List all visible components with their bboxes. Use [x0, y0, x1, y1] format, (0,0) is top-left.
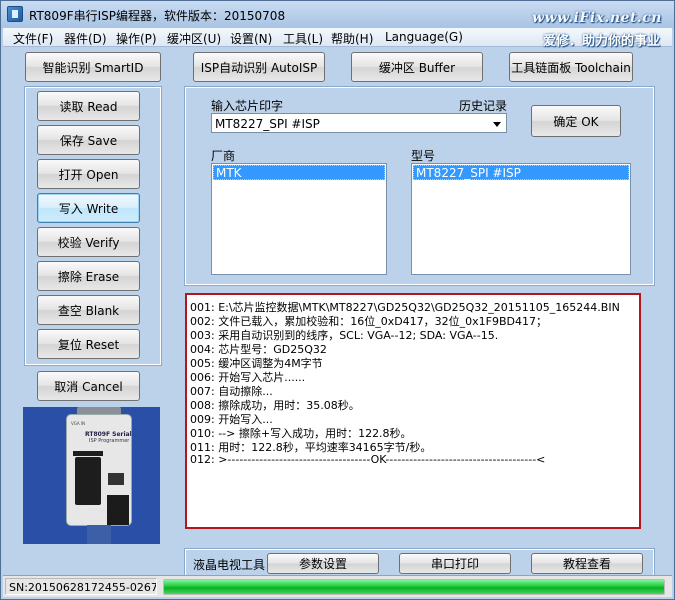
menu-settings[interactable]: 设置(N)	[230, 30, 272, 47]
lcd-tv-tools-label: 液晶电视工具	[193, 558, 266, 572]
model-list-item-selected[interactable]: MT8227_SPI #ISP	[413, 165, 629, 180]
cancel-button[interactable]: 取消 Cancel	[37, 371, 140, 401]
vendor-list-item-selected[interactable]: MTK	[213, 165, 385, 180]
main-window: RT809F串行ISP编程器，软件版本：20150708 www.iFix.ne…	[0, 0, 675, 600]
chip-input-combo[interactable]: MT8227_SPI #ISP	[211, 113, 507, 133]
programmer-photo: VGA IN RT809F Serial ISP Programmer VGA …	[23, 407, 160, 544]
adapter-board	[107, 495, 129, 525]
app-icon	[7, 6, 23, 22]
model-list[interactable]: MT8227_SPI #ISP	[411, 163, 631, 275]
toolchain-button[interactable]: 工具链面板 Toolchain	[509, 52, 633, 82]
serial-number: SN:20150628172455-0267	[5, 578, 157, 595]
menu-file[interactable]: 文件(F)	[13, 30, 53, 47]
device-label-serial: ISP Programmer	[89, 438, 130, 444]
device-label-model: RT809F Serial	[85, 431, 132, 438]
usb-cable	[87, 525, 111, 544]
watermark-site: www.iFix.net.cn	[531, 10, 662, 26]
smart-id-button[interactable]: 智能识别 SmartID	[25, 52, 161, 82]
menu-operation[interactable]: 操作(P)	[116, 30, 157, 47]
log-output[interactable]: 001: E:\芯片监控数据\MTK\MT8227\GD25Q32\GD25Q3…	[185, 293, 641, 529]
history-label: 历史记录	[459, 99, 508, 113]
title-bar[interactable]: RT809F串行ISP编程器，软件版本：20150708 www.iFix.ne…	[1, 1, 675, 27]
params-settings-button[interactable]: 参数设置	[267, 553, 379, 574]
vendor-list[interactable]: MTK	[211, 163, 387, 275]
auto-isp-button[interactable]: ISP自动识别 AutoISP	[193, 52, 325, 82]
chip-input-value: MT8227_SPI #ISP	[215, 117, 320, 131]
menu-language[interactable]: Language(G)	[385, 30, 463, 44]
menu-tools[interactable]: 工具(L)	[283, 30, 323, 47]
menu-help[interactable]: 帮助(H)	[331, 30, 373, 47]
menu-buffer[interactable]: 缓冲区(U)	[167, 30, 221, 47]
dropdown-arrow-icon[interactable]	[493, 122, 501, 127]
window-title: RT809F串行ISP编程器，软件版本：20150708	[29, 9, 286, 23]
read-button[interactable]: 读取 Read	[37, 91, 140, 121]
buffer-button[interactable]: 缓冲区 Buffer	[351, 52, 483, 82]
progress-fill	[164, 580, 664, 594]
device-tag-vga-isp: VGA ISP	[89, 507, 105, 512]
chip-icon	[108, 473, 124, 485]
zif-socket	[75, 457, 101, 505]
open-button[interactable]: 打开 Open	[37, 159, 140, 189]
menu-device[interactable]: 器件(D)	[64, 30, 107, 47]
chip-input-label: 输入芯片印字	[211, 99, 284, 113]
confirm-ok-button[interactable]: 确定 OK	[531, 105, 621, 137]
serial-print-button[interactable]: 串口打印	[399, 553, 511, 574]
write-button[interactable]: 写入 Write	[37, 193, 140, 223]
log-line: 012: >----------------------------------…	[190, 453, 546, 466]
watermark-slogan: 爱修．助力你的事业	[542, 34, 660, 49]
save-button[interactable]: 保存 Save	[37, 125, 140, 155]
zif-lever	[73, 451, 103, 456]
device-tag-vga-in: VGA IN	[71, 421, 86, 426]
progress-bar	[163, 579, 665, 595]
blank-check-button[interactable]: 查空 Blank	[37, 295, 140, 325]
erase-button[interactable]: 擦除 Erase	[37, 261, 140, 291]
vendor-label: 厂商	[211, 149, 236, 163]
model-label: 型号	[411, 149, 436, 163]
client-area: 智能识别 SmartID ISP自动识别 AutoISP 缓冲区 Buffer …	[3, 47, 672, 599]
tutorial-button[interactable]: 教程查看	[531, 553, 643, 574]
verify-button[interactable]: 校验 Verify	[37, 227, 140, 257]
reset-button[interactable]: 复位 Reset	[37, 329, 140, 359]
status-bar: SN:20150628172455-0267	[3, 575, 672, 597]
